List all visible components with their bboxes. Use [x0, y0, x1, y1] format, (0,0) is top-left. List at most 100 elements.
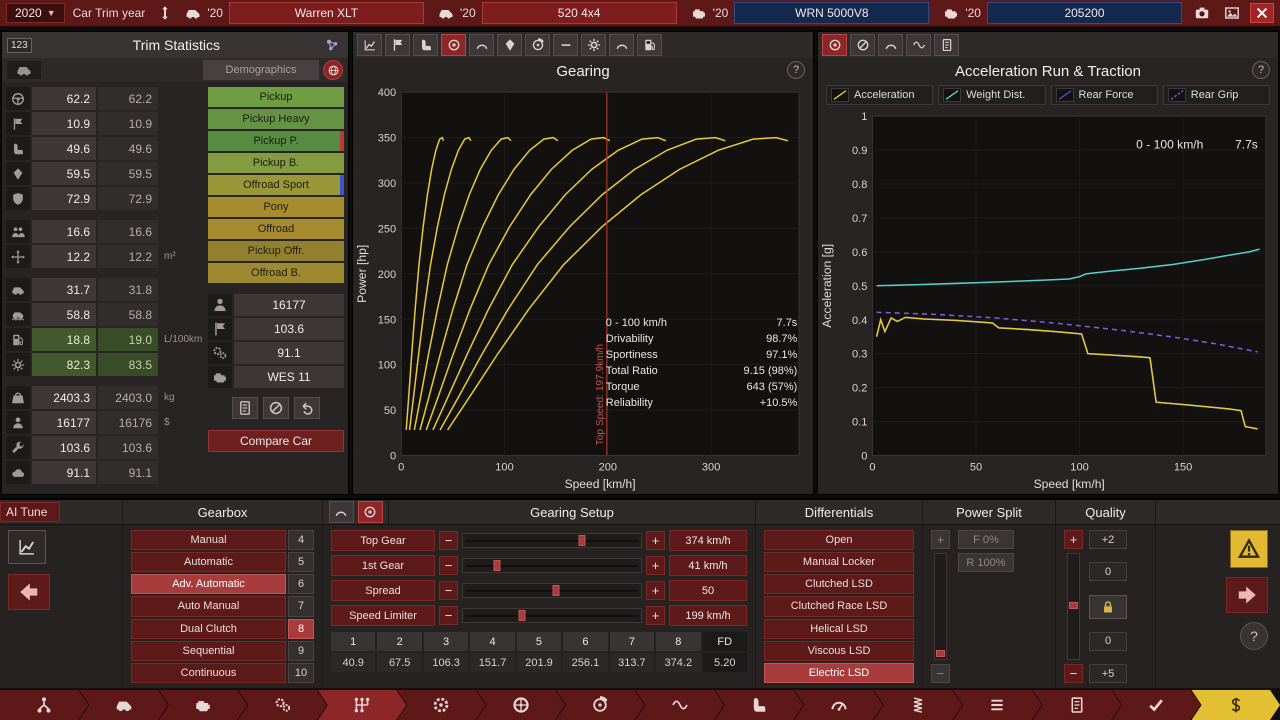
gearbox-type-automatic[interactable]: Automatic [131, 552, 286, 572]
tab-summary[interactable] [1033, 690, 1121, 720]
divider-tool[interactable] [553, 34, 578, 56]
car-photo-button[interactable] [7, 61, 41, 79]
stats-badge[interactable]: 123 [7, 38, 32, 53]
tab-driver-assists[interactable] [794, 690, 882, 720]
tab-engine-swap[interactable] [159, 690, 247, 720]
spread-slider[interactable] [462, 583, 642, 598]
differential-helical-lsd[interactable]: Helical LSD [764, 619, 914, 639]
gear-count-10[interactable]: 10 [288, 663, 314, 683]
legend-acceleration[interactable]: Acceleration [826, 85, 933, 105]
gearing-help-button[interactable]: ? [787, 61, 805, 79]
demographic-pony[interactable]: Pony [208, 197, 344, 217]
1st-gear-plus-button[interactable]: + [646, 556, 665, 575]
top-gear-minus-button[interactable]: − [439, 531, 458, 550]
gear-count-4[interactable]: 4 [288, 530, 314, 550]
compare-car-button[interactable]: Compare Car [208, 430, 344, 452]
curve-tool[interactable] [878, 34, 903, 56]
demographics-settings-button[interactable] [321, 35, 343, 55]
vehicle-slot-name-520-4x4[interactable]: 520 4x4 [482, 2, 677, 24]
quality-slider[interactable] [1067, 553, 1080, 660]
discard-button[interactable] [263, 397, 289, 419]
traction-tool[interactable] [822, 34, 847, 56]
demographic-offroad[interactable]: Offroad [208, 219, 344, 239]
gear-count-6[interactable]: 6 [288, 574, 314, 594]
differential-electric-lsd[interactable]: Electric LSD [764, 663, 914, 683]
differential-viscous-lsd[interactable]: Viscous LSD [764, 641, 914, 661]
gearing-tool[interactable] [441, 34, 466, 56]
speed-limiter-plus-button[interactable]: + [646, 606, 665, 625]
ai-tune-tab[interactable]: AI Tune [0, 502, 60, 522]
rpm-tool[interactable] [609, 34, 634, 56]
legend-rear-grip[interactable]: Rear Grip [1163, 85, 1270, 105]
photo-mode-button[interactable] [1220, 3, 1244, 23]
tab-car-body[interactable] [79, 690, 167, 720]
next-tab-button[interactable] [1226, 577, 1268, 613]
oscillation-tool[interactable] [906, 34, 931, 56]
demographic-pickup-heavy[interactable]: Pickup Heavy [208, 109, 344, 129]
help-button[interactable]: ? [1240, 622, 1268, 650]
vehicle-slot-name-wrn-5000v8[interactable]: WRN 5000V8 [734, 2, 929, 24]
power-split-slider[interactable] [934, 553, 947, 660]
quality-minus-button[interactable]: − [1064, 664, 1083, 683]
gearing-graph-tab[interactable] [329, 501, 354, 523]
spread-plus-button[interactable]: + [646, 581, 665, 600]
top-gear-handle[interactable] [579, 535, 586, 546]
gearbox-type-sequential[interactable]: Sequential [131, 641, 286, 661]
speed-limiter-slider[interactable] [462, 608, 642, 623]
differential-open[interactable]: Open [764, 530, 914, 550]
quality-handle[interactable] [1069, 602, 1078, 609]
tab-interior[interactable] [715, 690, 803, 720]
1st-gear-minus-button[interactable]: − [439, 556, 458, 575]
quality-lock-button[interactable] [1089, 595, 1127, 619]
comfort-tool[interactable] [413, 34, 438, 56]
sportiness-tool[interactable] [385, 34, 410, 56]
gearbox-type-adv-automatic[interactable]: Adv. Automatic [131, 574, 286, 594]
disable-tool[interactable] [850, 34, 875, 56]
legend-weight-dist[interactable]: Weight Dist. [938, 85, 1045, 105]
gearbox-type-auto-manual[interactable]: Auto Manual [131, 596, 286, 616]
settings-tool[interactable] [581, 34, 606, 56]
differential-clutched-race-lsd[interactable]: Clutched Race LSD [764, 596, 914, 616]
vehicle-slot-name-205200[interactable]: 205200 [987, 2, 1182, 24]
power-split-plus-button[interactable]: + [931, 530, 950, 549]
economy-tool[interactable] [637, 34, 662, 56]
power-split-minus-button[interactable]: − [931, 664, 950, 683]
close-button[interactable] [1250, 3, 1274, 23]
power-split-handle[interactable] [936, 650, 945, 657]
demographic-offroad-b[interactable]: Offroad B. [208, 263, 344, 283]
tab-test-results[interactable] [1112, 690, 1200, 720]
tab-transmission[interactable] [318, 690, 406, 720]
tab-brakes[interactable] [556, 690, 644, 720]
prestige-tool[interactable] [497, 34, 522, 56]
globe-button[interactable] [323, 60, 343, 80]
prev-tab-button[interactable] [8, 574, 50, 610]
warning-button[interactable] [1230, 530, 1268, 568]
spread-handle[interactable] [552, 585, 559, 596]
tab-gearbox[interactable] [238, 690, 326, 720]
notes-button[interactable] [232, 397, 258, 419]
tab-wheels[interactable] [477, 690, 565, 720]
report-tool[interactable] [934, 34, 959, 56]
vehicle-slot-name-warren-xlt[interactable]: Warren XLT [229, 2, 424, 24]
gearing-wheel-tab[interactable] [358, 501, 383, 523]
tab-suspension[interactable] [874, 690, 962, 720]
demographic-pickup-offr[interactable]: Pickup Offr. [208, 241, 344, 261]
demographic-offroad-sport[interactable]: Offroad Sport [208, 175, 344, 195]
tab-costs[interactable] [1192, 690, 1280, 720]
gearbox-type-dual-clutch[interactable]: Dual Clutch [131, 619, 286, 639]
gear-count-7[interactable]: 7 [288, 596, 314, 616]
spread-minus-button[interactable]: − [439, 581, 458, 600]
demographics-tab[interactable]: Demographics [203, 60, 319, 80]
top-gear-slider[interactable] [462, 533, 642, 548]
power-graph-tool[interactable] [357, 34, 382, 56]
torque-tool[interactable] [469, 34, 494, 56]
undo-button[interactable] [294, 397, 320, 419]
gearbox-type-continuous[interactable]: Continuous [131, 663, 286, 683]
graph-toggle-button[interactable] [8, 530, 46, 564]
1st-gear-handle[interactable] [493, 560, 500, 571]
differential-clutched-lsd[interactable]: Clutched LSD [764, 574, 914, 594]
quality-plus-button[interactable]: + [1064, 530, 1083, 549]
screenshot-button[interactable] [1190, 3, 1214, 23]
gearbox-type-manual[interactable]: Manual [131, 530, 286, 550]
acceleration-help-button[interactable]: ? [1252, 61, 1270, 79]
